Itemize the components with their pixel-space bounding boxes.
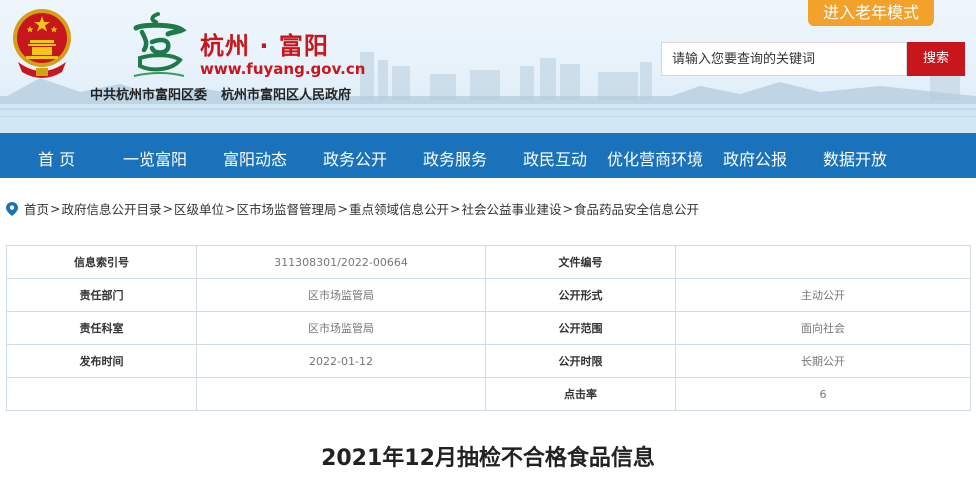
info-value: 区市场监管局 bbox=[196, 278, 486, 312]
breadcrumb-market-bureau[interactable]: 区市场监督管理局 bbox=[237, 199, 337, 218]
info-value: 面向社会 bbox=[675, 311, 971, 345]
table-row: 责任部门 区市场监管局 公开形式 主动公开 bbox=[6, 278, 971, 312]
breadcrumb-district-units[interactable]: 区级单位 bbox=[174, 199, 224, 218]
table-row: 发布时间 2022-01-12 公开时限 长期公开 bbox=[6, 344, 971, 378]
info-key: 点击率 bbox=[485, 377, 676, 411]
search-input[interactable] bbox=[661, 42, 907, 76]
info-key: 文件编号 bbox=[485, 245, 676, 279]
info-key: 公开形式 bbox=[485, 278, 676, 312]
nav-item-home[interactable]: 首 页 bbox=[38, 146, 75, 170]
info-value: 主动公开 bbox=[675, 278, 971, 312]
info-key: 公开时限 bbox=[485, 344, 676, 378]
breadcrumb-separator: > bbox=[225, 201, 236, 216]
fuyang-logo-icon bbox=[133, 12, 187, 77]
breadcrumb: 首页 > 政府信息公开目录 > 区级单位 > 区市场监督管理局 > 重点领域信息公开 > … bbox=[6, 199, 699, 218]
organization-names: 中共杭州市富阳区委 杭州市富阳区人民政府 bbox=[90, 84, 351, 103]
org-government-name: 杭州市富阳区人民政府 bbox=[221, 88, 352, 103]
nav-item-overview[interactable]: 一览富阳 bbox=[123, 146, 187, 170]
breadcrumb-home[interactable]: 首页 bbox=[24, 199, 49, 218]
info-key: 公开范围 bbox=[485, 311, 676, 345]
elder-mode-button[interactable]: 进入老年模式 bbox=[808, 0, 934, 26]
info-key: 责任科室 bbox=[6, 311, 197, 345]
search-button[interactable]: 搜索 bbox=[907, 42, 965, 76]
document-info-table: 信息索引号 311308301/2022-00664 文件编号 责任部门 区市场… bbox=[6, 245, 971, 411]
nav-item-business-env[interactable]: 优化营商环境 bbox=[607, 146, 703, 170]
nav-item-open-data[interactable]: 数据开放 bbox=[823, 146, 887, 170]
info-value: 2022-01-12 bbox=[196, 344, 486, 378]
info-key: 信息索引号 bbox=[6, 245, 197, 279]
main-nav: 首 页 一览富阳 富阳动态 政务公开 政务服务 政民互动 优化营商环境 政府公报… bbox=[0, 133, 976, 178]
table-row: 点击率 6 bbox=[6, 377, 971, 411]
nav-item-gov-info[interactable]: 政务公开 bbox=[323, 146, 387, 170]
breadcrumb-separator: > bbox=[562, 201, 573, 216]
national-emblem-icon bbox=[13, 9, 71, 78]
info-key bbox=[6, 377, 197, 411]
info-value: 6 bbox=[675, 377, 971, 411]
nav-item-news[interactable]: 富阳动态 bbox=[223, 146, 287, 170]
info-value bbox=[675, 245, 971, 279]
info-value: 区市场监管局 bbox=[196, 311, 486, 345]
nav-item-gov-service[interactable]: 政务服务 bbox=[423, 146, 487, 170]
article-title: 2021年12月抽检不合格食品信息 bbox=[321, 446, 655, 471]
info-value: 311308301/2022-00664 bbox=[196, 245, 486, 279]
breadcrumb-separator: > bbox=[50, 201, 61, 216]
org-party-name: 中共杭州市富阳区委 bbox=[90, 88, 208, 103]
site-header: 杭州 · 富阳 www.fuyang.gov.cn 中共杭州市富阳区委 杭州市富阳… bbox=[0, 0, 976, 133]
nav-item-gazette[interactable]: 政府公报 bbox=[723, 146, 787, 170]
breadcrumb-food-drug-safety[interactable]: 食品药品安全信息公开 bbox=[574, 199, 699, 218]
site-city-name: 杭州 · 富阳 bbox=[200, 32, 329, 60]
breadcrumb-separator: > bbox=[162, 201, 173, 216]
info-value bbox=[196, 377, 486, 411]
breadcrumb-separator: > bbox=[450, 201, 461, 216]
breadcrumb-key-areas[interactable]: 重点领域信息公开 bbox=[349, 199, 449, 218]
info-value: 长期公开 bbox=[675, 344, 971, 378]
breadcrumb-catalog[interactable]: 政府信息公开目录 bbox=[62, 199, 162, 218]
table-row: 责任科室 区市场监管局 公开范围 面向社会 bbox=[6, 311, 971, 345]
site-url[interactable]: www.fuyang.gov.cn bbox=[200, 60, 365, 78]
breadcrumb-public-welfare[interactable]: 社会公益事业建设 bbox=[462, 199, 562, 218]
info-key: 责任部门 bbox=[6, 278, 197, 312]
breadcrumb-separator: > bbox=[337, 201, 348, 216]
table-row: 信息索引号 311308301/2022-00664 文件编号 bbox=[6, 245, 971, 279]
location-pin-icon bbox=[6, 201, 18, 216]
nav-item-interaction[interactable]: 政民互动 bbox=[523, 146, 587, 170]
info-key: 发布时间 bbox=[6, 344, 197, 378]
